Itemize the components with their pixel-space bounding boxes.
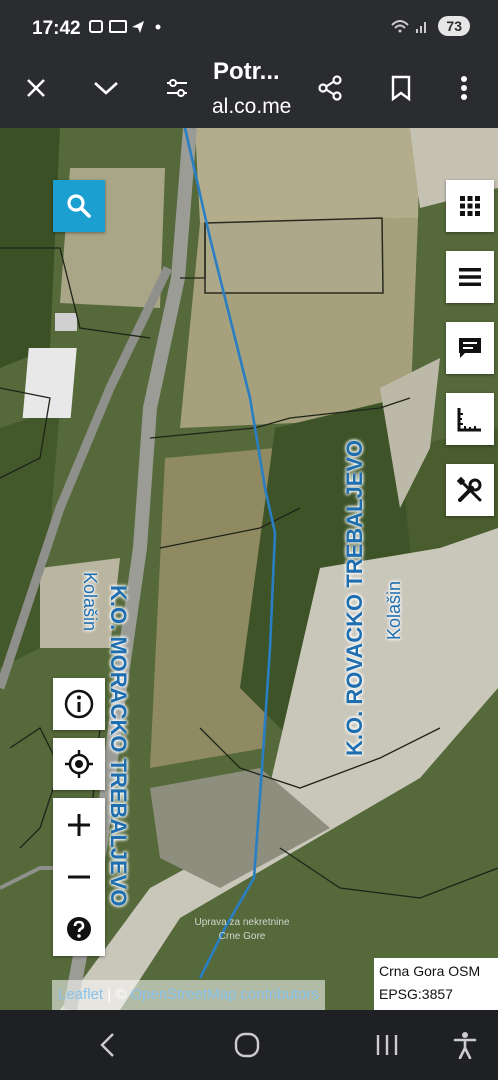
minimize-button[interactable] — [88, 72, 124, 104]
zoom-in-button[interactable] — [53, 799, 105, 851]
crs-info: Crna Gora OSM EPSG:3857 — [374, 958, 498, 1010]
help-icon — [67, 917, 91, 941]
notification-icons — [88, 18, 162, 39]
watermark-line-2: Crne Gore — [218, 931, 266, 942]
accessibility-icon — [453, 1032, 477, 1059]
crs-name: Crna Gora OSM — [379, 963, 481, 979]
recents-nav-button[interactable] — [370, 1030, 404, 1060]
tools-icon — [456, 476, 482, 502]
info-button[interactable] — [53, 678, 105, 730]
label-ko-rovacko: K.O. ROVACKO TREBALJEVO — [342, 439, 367, 756]
map-view[interactable]: K.O. MORACKO TREBALJEVO Kolašin K.O. ROV… — [0, 128, 498, 1010]
bookmark-button[interactable] — [384, 70, 418, 106]
home-nav-button[interactable] — [230, 1030, 264, 1060]
more-menu-button[interactable] — [450, 70, 478, 106]
label-kolasin-left: Kolašin — [80, 572, 100, 632]
system-nav-bar — [0, 1010, 498, 1080]
search-icon — [67, 194, 91, 218]
label-ko-moracko: K.O. MORACKO TREBALJEVO — [106, 585, 131, 907]
status-time: 17:42 — [32, 18, 81, 39]
menu-icon — [459, 268, 481, 286]
label-kolasin-right: Kolašin — [384, 580, 404, 640]
comment-icon — [459, 338, 481, 358]
share-button[interactable] — [312, 70, 348, 106]
crs-epsg: EPSG:3857 — [379, 986, 453, 1002]
layers-grid-button[interactable] — [446, 180, 494, 232]
close-icon — [27, 79, 45, 97]
measure-button[interactable] — [446, 393, 494, 445]
tab-url: al.co.me — [212, 95, 292, 118]
menu-button[interactable] — [446, 251, 494, 303]
back-icon — [100, 1033, 114, 1057]
search-button[interactable] — [53, 180, 105, 232]
back-nav-button[interactable] — [92, 1030, 122, 1060]
grid-icon — [460, 196, 480, 216]
tools-button[interactable] — [446, 464, 494, 516]
share-icon — [318, 75, 342, 101]
site-settings-button[interactable] — [160, 72, 194, 104]
zoom-out-button[interactable] — [53, 851, 105, 903]
minus-icon — [68, 875, 90, 879]
status-bar: 17:42 73 — [0, 0, 498, 56]
zoom-controls — [53, 798, 105, 956]
leaflet-link[interactable]: Leaflet — [58, 986, 103, 1003]
help-button[interactable] — [53, 903, 105, 955]
home-icon — [234, 1032, 260, 1058]
accessibility-button[interactable] — [450, 1028, 480, 1062]
info-icon — [64, 689, 94, 719]
map-attribution: Leaflet | © OpenStreetMap contributors — [52, 980, 325, 1010]
comment-button[interactable] — [446, 322, 494, 374]
osm-link[interactable]: OpenStreetMap contributors — [131, 986, 319, 1003]
chevron-down-icon — [94, 82, 118, 95]
more-vert-icon — [461, 76, 467, 100]
notification-icons-svg — [89, 20, 161, 33]
battery-badge: 73 — [438, 16, 470, 36]
crosshair-icon — [65, 750, 93, 778]
plus-icon — [68, 814, 90, 836]
attribution-separator: | © — [103, 986, 131, 1003]
tune-icon — [167, 79, 187, 97]
watermark: Uprava za nekretnine Crne Gore — [182, 916, 302, 944]
close-tab-button[interactable] — [20, 72, 52, 104]
signal-wifi-icon — [391, 20, 427, 33]
tab-title: Potr... — [213, 58, 280, 85]
recents-icon — [376, 1035, 398, 1055]
status-right: 73 — [390, 16, 470, 36]
watermark-line-1: Uprava za nekretnine — [194, 917, 290, 928]
ruler-icon — [457, 408, 481, 432]
locate-button[interactable] — [53, 738, 105, 790]
bookmark-icon — [391, 75, 411, 101]
